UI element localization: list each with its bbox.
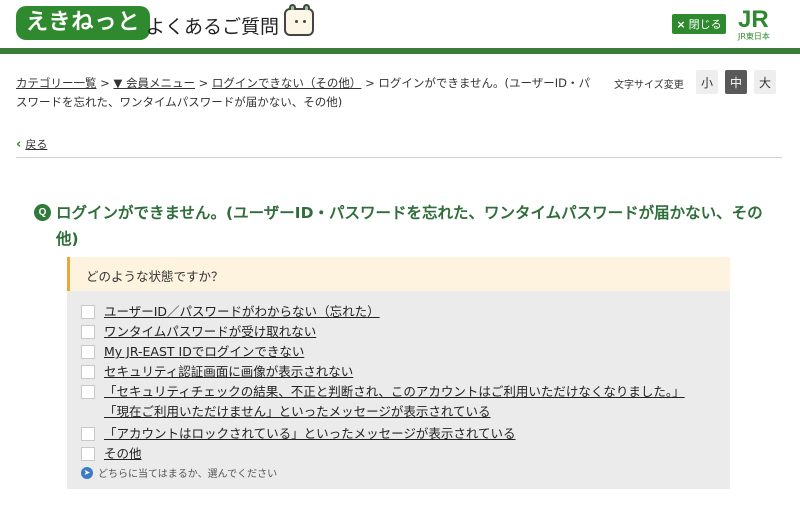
close-button-label: 閉じる	[688, 18, 722, 31]
header-divider	[0, 48, 800, 54]
options-prompt: どのような状態ですか？	[67, 257, 730, 291]
question-badge-icon: Q	[34, 204, 51, 221]
breadcrumb-separator: >	[365, 76, 375, 90]
option-checkbox[interactable]	[81, 305, 95, 319]
breadcrumb: カテゴリー一覧 > ▼ 会員メニュー > ログインできない（その他） > ログイ…	[16, 74, 596, 112]
breadcrumb-login-other[interactable]: ログインできない（その他）	[212, 76, 362, 90]
page-title: よくあるご質問	[146, 16, 280, 38]
option-checkbox[interactable]	[81, 427, 95, 441]
option-checkbox[interactable]	[81, 385, 95, 399]
option-checkbox[interactable]	[81, 345, 95, 359]
option-account-suspended[interactable]: 「セキュリティチェックの結果、不正と判断され、このアカウントはご利用いただけなく…	[81, 383, 685, 421]
breadcrumb-separator: >	[198, 76, 209, 90]
close-button[interactable]: × 閉じる	[672, 14, 726, 34]
breadcrumb-separator: >	[100, 76, 110, 90]
option-no-onetime-password[interactable]: ワンタイムパスワードが受け取れない	[81, 323, 316, 341]
back-link-label: 戻る	[25, 138, 48, 151]
option-security-image[interactable]: セキュリティ認証画面に画像が表示されない	[81, 363, 353, 381]
option-checkbox[interactable]	[81, 325, 95, 339]
option-myjreast-login[interactable]: My JR-EAST IDでログインできない	[81, 343, 304, 361]
jr-east-logo: JR JR東日本	[738, 8, 784, 42]
selection-hint-text: どちらに当てはまるか、選んでください	[98, 469, 278, 480]
option-forgot-id-password[interactable]: ユーザーID／パスワードがわからない（忘れた）	[81, 303, 380, 321]
breadcrumb-member-menu[interactable]: ▼ 会員メニュー	[113, 76, 195, 90]
option-checkbox[interactable]	[81, 365, 95, 379]
ekinet-logo[interactable]: えきねっと	[16, 6, 151, 40]
back-link[interactable]: ‹ 戻る	[16, 136, 47, 152]
option-label-line2[interactable]: 「現在ご利用いただけません」といったメッセージが表示されている	[104, 403, 685, 421]
selection-hint: ➤ どちらに当てはまるか、選んでください	[81, 465, 277, 480]
cursor-icon: ➤	[81, 466, 93, 479]
options-panel: どのような状態ですか？ ユーザーID／パスワードがわからない（忘れた） ワンタイ…	[67, 257, 730, 489]
font-size-label: 文字サイズ変更	[614, 80, 684, 91]
jr-logo-subtext: JR東日本	[738, 32, 770, 41]
site-header: えきねっと よくあるご質問 × 閉じる JR JR東日本	[0, 0, 800, 48]
faq-character-icon	[284, 4, 314, 36]
font-size-medium-button[interactable]: 中	[725, 70, 747, 94]
option-label[interactable]: ユーザーID／パスワードがわからない（忘れた）	[104, 303, 380, 321]
option-label[interactable]: ワンタイムパスワードが受け取れない	[104, 323, 316, 341]
breadcrumb-category-list[interactable]: カテゴリー一覧	[16, 76, 97, 90]
font-size-large-button[interactable]: 大	[754, 70, 776, 94]
jr-logo-mark: JR	[738, 6, 769, 33]
close-icon: ×	[676, 17, 686, 31]
options-prompt-label: どのような状態ですか？	[86, 269, 224, 284]
section-divider	[16, 157, 782, 158]
option-account-locked[interactable]: 「アカウントはロックされている」といったメッセージが表示されている	[81, 425, 516, 443]
option-label[interactable]: My JR-EAST IDでログインできない	[104, 343, 304, 361]
question-title: ログインができません。(ユーザーID・パスワードを忘れた、ワンタイムパスワードが…	[56, 204, 763, 248]
option-label[interactable]: 「セキュリティチェックの結果、不正と判断され、このアカウントはご利用いただけなく…	[104, 383, 685, 401]
option-label[interactable]: その他	[104, 445, 142, 463]
option-label[interactable]: 「アカウントはロックされている」といったメッセージが表示されている	[104, 425, 516, 443]
chevron-left-icon: ‹	[16, 136, 22, 152]
option-other[interactable]: その他	[81, 445, 142, 463]
option-label[interactable]: セキュリティ認証画面に画像が表示されない	[104, 363, 353, 381]
option-checkbox[interactable]	[81, 447, 95, 461]
font-size-small-button[interactable]: 小	[696, 70, 718, 94]
